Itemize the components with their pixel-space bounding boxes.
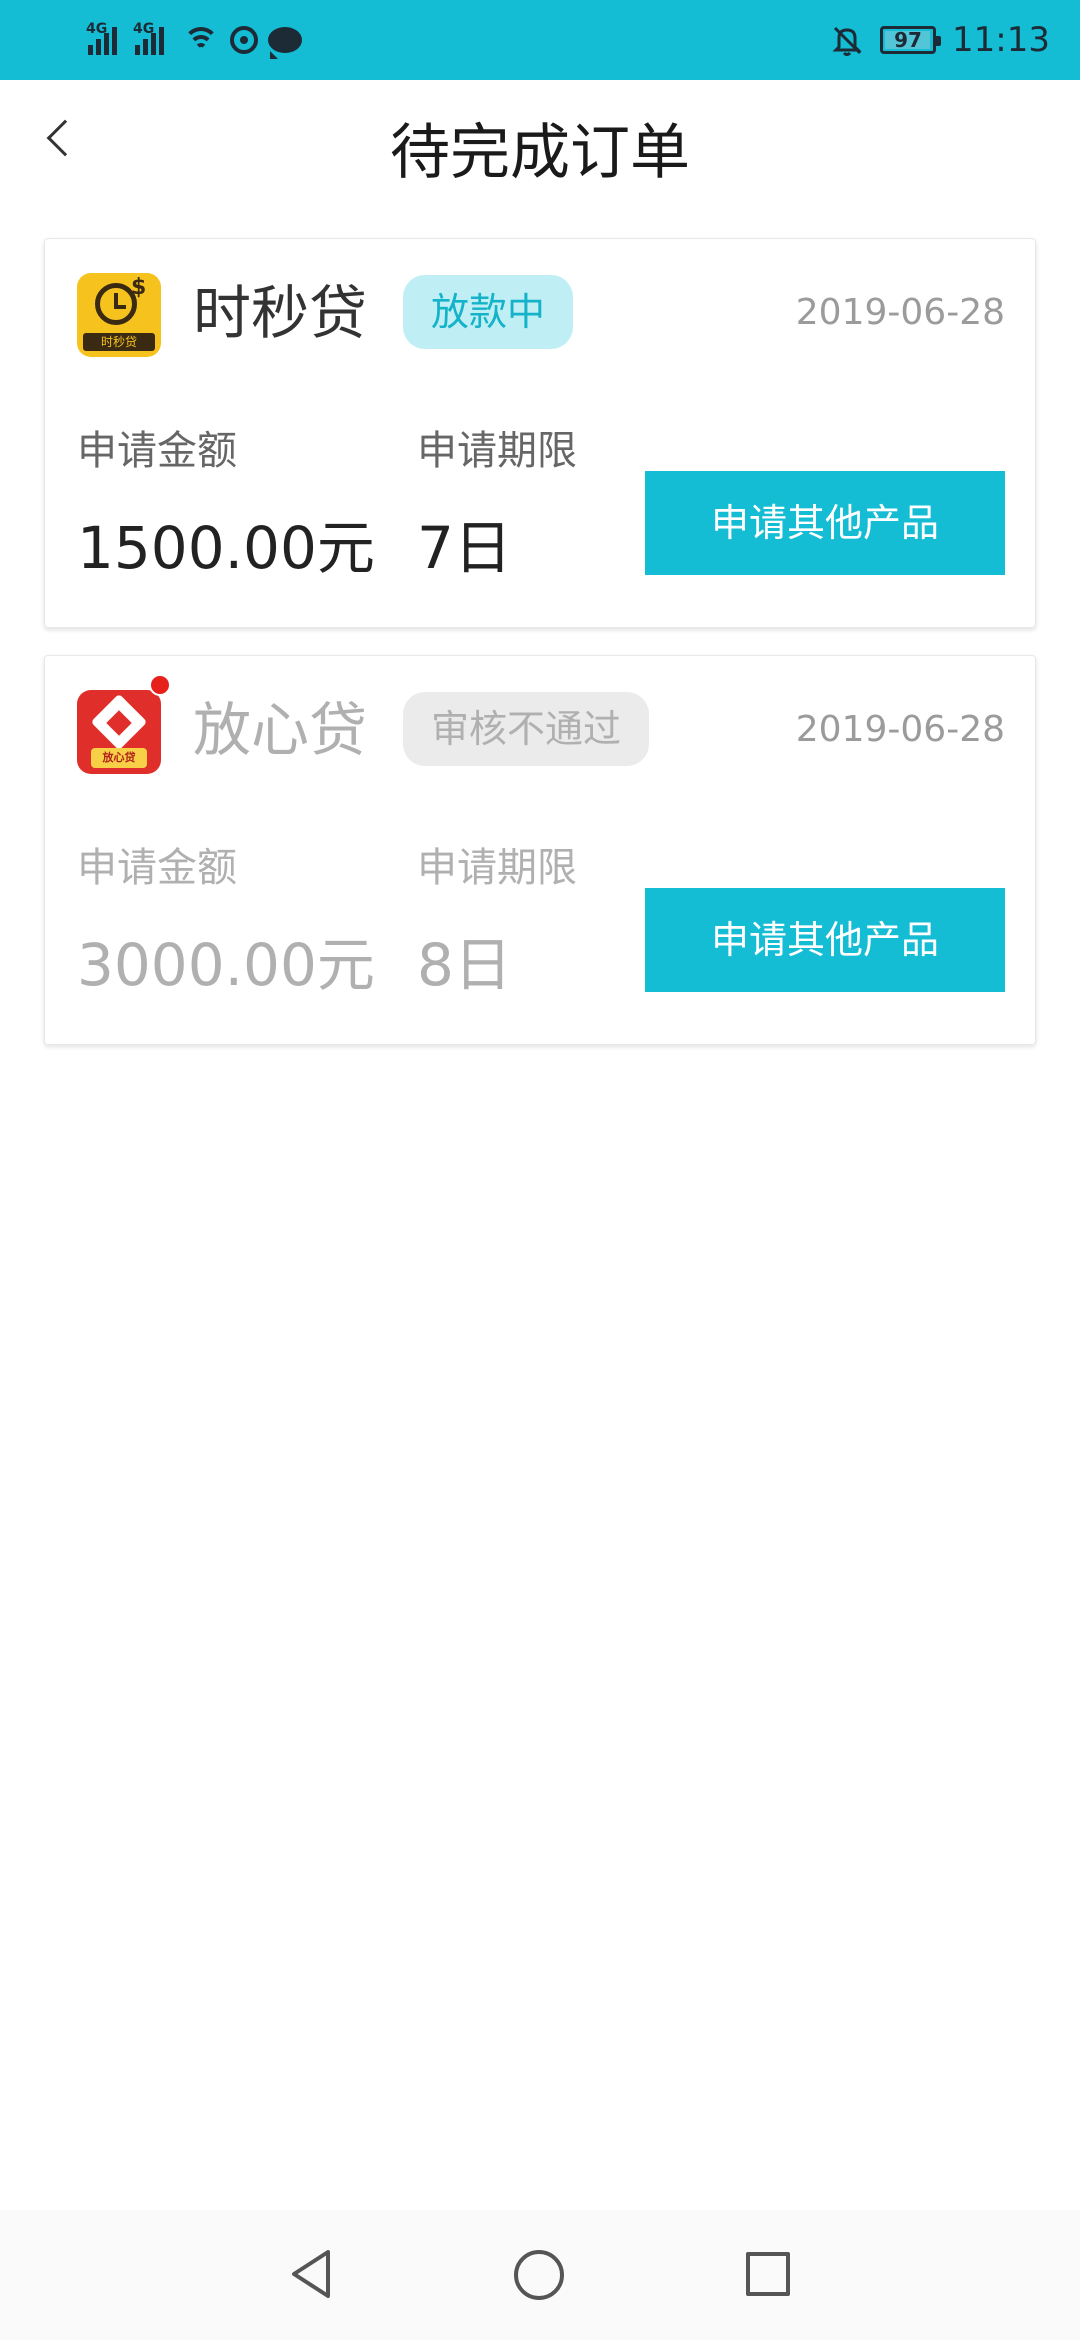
app-header: 待完成订单 xyxy=(0,80,1080,196)
status-badge: 放款中 xyxy=(403,275,574,349)
status-badge: 审核不通过 xyxy=(403,692,650,766)
status-bar: 4G 4G 97 11:13 xyxy=(0,0,1080,80)
term-value: 8日 xyxy=(417,931,512,999)
app-logo-icon: $ 时秒贷 xyxy=(77,273,161,357)
battery-icon: 97 xyxy=(880,26,942,54)
battery-level: 97 xyxy=(894,28,922,52)
signal-type-label: 4G xyxy=(86,21,108,37)
amount-label: 申请金额 xyxy=(77,845,237,891)
notification-app-icon xyxy=(230,26,258,54)
amount-label: 申请金额 xyxy=(77,428,237,474)
signal-type-label: 4G xyxy=(133,21,155,37)
app-name: 时秒贷 xyxy=(193,279,368,347)
status-bar-left: 4G 4G xyxy=(86,18,302,62)
signal-icon: 4G xyxy=(133,21,164,55)
system-nav-bar xyxy=(0,2210,1080,2340)
triangle-back-icon[interactable] xyxy=(288,2248,334,2300)
circle-home-icon[interactable] xyxy=(514,2250,564,2300)
amount-value: 3000.00元 xyxy=(77,931,375,999)
apply-other-products-button[interactable]: 申请其他产品 xyxy=(645,888,1005,992)
mute-bell-icon xyxy=(832,26,862,56)
logo-band-text: 时秒贷 xyxy=(83,333,155,351)
order-card: 放心贷 放心贷 审核不通过 2019-06-28 申请金额 申请期限 3000.… xyxy=(44,655,1036,1045)
status-time: 11:13 xyxy=(952,20,1050,60)
amount-value: 1500.00元 xyxy=(77,514,375,582)
chat-icon xyxy=(268,27,302,59)
wifi-icon xyxy=(182,25,220,55)
term-label: 申请期限 xyxy=(417,845,577,891)
term-label: 申请期限 xyxy=(417,428,577,474)
status-bar-right: 97 11:13 xyxy=(830,18,1050,62)
notification-dot xyxy=(149,674,171,696)
order-date: 2019-06-28 xyxy=(795,292,1005,333)
square-recent-icon[interactable] xyxy=(746,2252,790,2296)
order-card: $ 时秒贷 时秒贷 放款中 2019-06-28 申请金额 申请期限 1500.… xyxy=(44,238,1036,628)
term-value: 7日 xyxy=(417,514,512,582)
apply-other-products-button[interactable]: 申请其他产品 xyxy=(645,471,1005,575)
page-title: 待完成订单 xyxy=(390,118,690,188)
app-logo-icon: 放心贷 xyxy=(77,690,161,774)
app-name: 放心贷 xyxy=(193,696,368,764)
logo-band-text: 放心贷 xyxy=(91,748,147,768)
order-date: 2019-06-28 xyxy=(795,709,1005,750)
signal-icon: 4G xyxy=(86,21,117,55)
